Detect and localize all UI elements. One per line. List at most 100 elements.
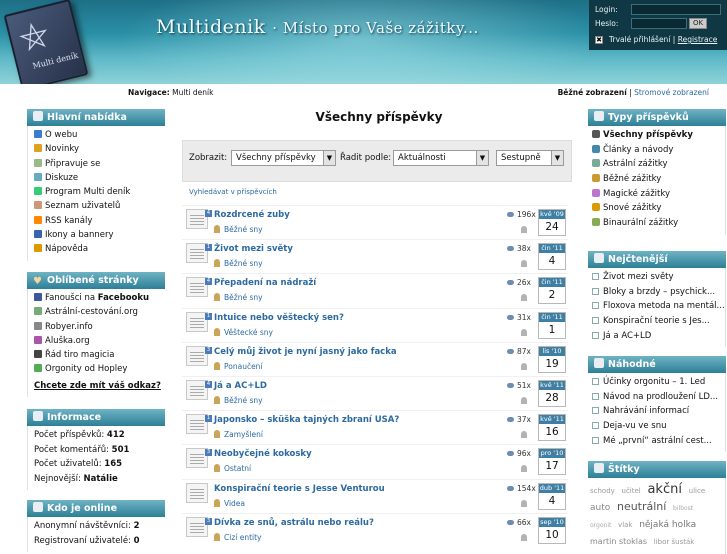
most-read-item[interactable]: Já a AC+LD xyxy=(588,329,725,344)
user-icon[interactable] xyxy=(521,396,527,404)
most-read-item[interactable]: Floxova metoda na mentál... xyxy=(588,299,725,314)
most-read-item[interactable]: Život mezi světy xyxy=(588,270,725,285)
main-menu-item[interactable]: RSS kanály xyxy=(28,214,165,228)
main-menu-item[interactable]: Nápověda xyxy=(28,242,165,256)
post-category[interactable]: Běžné sny xyxy=(214,395,263,405)
main-menu-item[interactable]: Ikony a bannery xyxy=(28,228,165,242)
main-menu-item[interactable]: Program Multi deník xyxy=(28,185,165,199)
random-item[interactable]: Nahrávání informací xyxy=(588,404,725,419)
post-document-icon[interactable]: 1 xyxy=(186,243,212,264)
user-icon[interactable] xyxy=(521,465,527,473)
random-item[interactable]: Mé „první“ astrální cest... xyxy=(588,434,725,449)
user-icon[interactable] xyxy=(521,260,527,268)
login-ok-button[interactable]: OK xyxy=(689,18,707,29)
favorite-link[interactable]: Astrální-cestování.org xyxy=(28,305,165,319)
login-input[interactable] xyxy=(631,4,721,15)
main-menu-item[interactable]: Novinky xyxy=(28,142,165,156)
tag-link[interactable]: neutrální xyxy=(617,500,666,513)
post-category[interactable]: Zamyšlení xyxy=(214,430,263,439)
view-normal[interactable]: Běžné zobrazení xyxy=(558,88,627,97)
most-read-list: Život mezi světy Bloky a brzdy – psychick… xyxy=(588,268,726,348)
random-item[interactable]: Návod na prodloužení LD... xyxy=(588,390,725,405)
user-icon[interactable] xyxy=(521,431,527,439)
most-read-item[interactable]: Konspirační teorie s Jes... xyxy=(588,314,725,329)
post-title[interactable]: Intuice nebo věštecký sen? xyxy=(214,313,344,323)
post-category[interactable]: Ponaučení xyxy=(214,361,263,371)
password-input[interactable] xyxy=(631,18,687,29)
post-category[interactable]: Běžné sny xyxy=(214,293,263,302)
type-item[interactable]: Články a návody xyxy=(588,143,725,158)
post-category[interactable]: Ostatní xyxy=(214,464,251,473)
type-item[interactable]: Magické zážitky xyxy=(588,187,725,202)
favorite-link[interactable]: Řád tiro magicia xyxy=(28,348,165,362)
random-item[interactable]: Deja-vu ve snu xyxy=(588,419,725,434)
type-item[interactable]: Binaurální zážitky xyxy=(588,216,725,231)
type-item[interactable]: Všechny příspěvky xyxy=(588,128,725,143)
type-item[interactable]: Běžné zážitky xyxy=(588,172,725,187)
post-category[interactable]: Věštecké sny xyxy=(214,327,273,337)
user-icon[interactable] xyxy=(521,533,527,541)
post-document-icon[interactable]: 3 xyxy=(186,345,212,366)
post-title[interactable]: Dívka ze snů, astrálu nebo reálu? xyxy=(214,518,374,528)
link-question[interactable]: Chcete zde mít váš odkaz? xyxy=(28,379,165,393)
post-document-icon[interactable]: 3 xyxy=(186,448,212,469)
remember-checkbox[interactable]: ✖ xyxy=(595,36,603,44)
post-title[interactable]: Rozdrcené zuby xyxy=(214,210,290,220)
user-icon[interactable] xyxy=(521,294,527,302)
book-logo-icon[interactable]: ⛤ Multi deník xyxy=(3,0,89,84)
main-menu-item[interactable]: Připravuje se xyxy=(28,157,165,171)
tag-link[interactable]: ulice xyxy=(689,487,705,495)
tag-link[interactable]: vlak xyxy=(618,521,632,529)
favorite-link[interactable]: Orgonity od Hopley xyxy=(28,362,165,376)
post-document-icon[interactable]: 3 xyxy=(186,516,212,537)
site-logo[interactable]: Multidenik · Místo pro Vaše zážitky... xyxy=(156,16,479,38)
post-document-icon[interactable]: 1 xyxy=(186,414,212,435)
view-tree-link[interactable]: Stromové zobrazení xyxy=(634,88,709,97)
tag-link[interactable]: nějaká holka xyxy=(639,520,696,530)
tag-link[interactable]: bilbost xyxy=(673,505,693,512)
tag-link[interactable]: auto xyxy=(590,503,610,513)
main-menu-item[interactable]: O webu xyxy=(28,128,165,142)
show-select[interactable]: Všechny příspěvky ▼ xyxy=(231,150,336,166)
favorite-link[interactable]: Aluška.org xyxy=(28,334,165,348)
post-category[interactable]: Běžné sny xyxy=(214,225,263,234)
tag-link[interactable]: orgonit xyxy=(590,522,611,529)
post-document-icon[interactable]: 4 xyxy=(186,209,212,229)
main-menu-item[interactable]: Seznam uživatelů xyxy=(28,199,165,213)
user-icon[interactable] xyxy=(521,499,527,507)
post-document-icon[interactable] xyxy=(186,482,208,503)
search-posts-link[interactable]: Vyhledávat v příspěvcích xyxy=(189,188,277,196)
random-item[interactable]: Účinky orgonitu – 1. Led xyxy=(588,375,725,390)
post-category[interactable]: Běžné sny xyxy=(214,259,263,268)
type-item[interactable]: Snové zážitky xyxy=(588,201,725,216)
favorite-link[interactable]: Fanoušci na Facebooku xyxy=(28,291,165,305)
favorite-link[interactable]: Robyer.info xyxy=(28,320,165,334)
post-title[interactable]: Celý můj život je nyní jasný jako facka xyxy=(214,347,397,357)
post-document-icon[interactable]: 4 xyxy=(186,379,212,400)
register-link[interactable]: Registrace xyxy=(678,35,718,44)
user-icon[interactable] xyxy=(521,362,527,370)
main-menu-item[interactable]: Diskuze xyxy=(28,171,165,185)
post-document-icon[interactable]: 1 xyxy=(186,311,212,332)
sort-select[interactable]: Aktuálnosti ▼ xyxy=(393,150,489,166)
favorite-label: Astrální-cestování.org xyxy=(45,307,138,318)
post-title[interactable]: Život mezi světy xyxy=(214,244,293,254)
post-title[interactable]: Konspirační teorie s Jesse Venturou xyxy=(214,484,385,494)
post-title[interactable]: Přepadení na nádraží xyxy=(214,278,316,288)
most-read-item[interactable]: Bloky a brzdy – psychick... xyxy=(588,285,725,300)
post-title[interactable]: Japonsko – sküška tajných zbraní USA? xyxy=(214,415,399,425)
post-title[interactable]: Já a AC+LD xyxy=(214,381,267,391)
user-icon[interactable] xyxy=(521,226,527,233)
post-category[interactable]: Cizí entity xyxy=(214,532,262,542)
user-icon[interactable] xyxy=(521,328,527,336)
order-select[interactable]: Sestupně ▼ xyxy=(496,150,564,166)
info-value[interactable]: Natálie xyxy=(84,474,118,484)
post-category[interactable]: Videa xyxy=(214,498,245,508)
tag-link[interactable]: akční xyxy=(647,482,682,497)
post-document-icon[interactable]: 4 xyxy=(186,277,212,298)
breadcrumb-current[interactable]: Multi deník xyxy=(172,88,213,97)
tag-link[interactable]: učitel xyxy=(622,487,641,495)
type-item[interactable]: Astrální zážitky xyxy=(588,157,725,172)
post-title[interactable]: Neobyčejné kokosky xyxy=(214,449,312,459)
tag-link[interactable]: schody xyxy=(590,487,615,495)
